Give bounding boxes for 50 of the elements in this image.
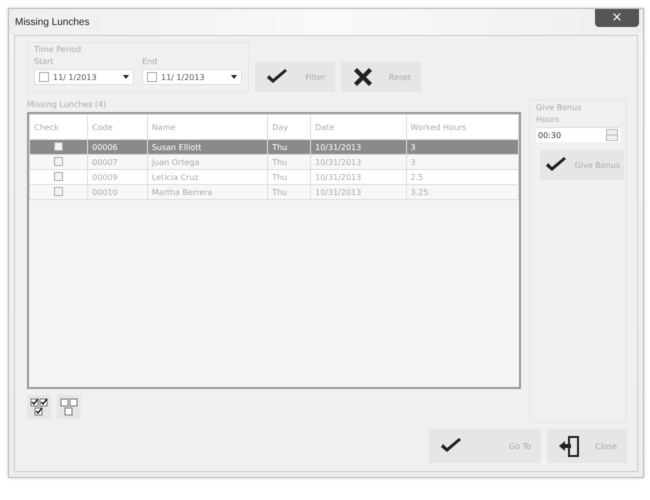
check-all-button[interactable] (27, 395, 51, 419)
window-title: Missing Lunches (15, 16, 90, 28)
give-bonus-button[interactable]: Give Bonus (540, 150, 624, 180)
group-title: Time Period (34, 45, 82, 54)
column-header: Worked Hours (406, 114, 518, 140)
group-title: Give Bonus (536, 103, 582, 112)
go-to-button[interactable]: Go To (429, 429, 541, 463)
field-label: End (142, 57, 158, 66)
date-picker[interactable]: 11/ 1/2013 (142, 69, 242, 85)
table-cell: 00006 (88, 140, 148, 154)
checkbox[interactable] (147, 72, 157, 82)
table-cell: Martha Berrera (147, 184, 268, 200)
hours-field[interactable]: 00:30 (536, 127, 620, 142)
table-cell: Thu (268, 154, 311, 170)
group-title: Missing Lunches (4) (27, 100, 108, 109)
field-label: Hours (536, 115, 560, 124)
table-cell: 10/31/2013 (310, 154, 406, 170)
table-row[interactable]: 00006 Susan Elliott Thu 10/31/2013 3 (30, 140, 518, 154)
column-header: Date (310, 114, 406, 140)
checkbox[interactable] (54, 142, 64, 150)
caret-icon (123, 75, 129, 79)
caret-icon (231, 75, 237, 79)
close-button[interactable]: Close (547, 429, 627, 463)
close-button[interactable]: × (595, 9, 639, 27)
checkbox[interactable] (54, 172, 64, 180)
reset-button[interactable]: Reset (341, 62, 421, 92)
table-cell: 00007 (88, 154, 148, 170)
column-header: Check (30, 114, 88, 140)
table-cell: 00010 (88, 184, 148, 200)
uncheck-all-button[interactable] (57, 395, 81, 419)
table-row[interactable]: 00007 Juan Ortega Thu 10/31/2013 3 (30, 154, 518, 170)
table-cell: 3 (406, 140, 518, 154)
table-cell: Thu (268, 140, 311, 154)
table-cell: Juan Ortega (147, 154, 268, 170)
checkbox[interactable] (39, 72, 49, 82)
checkbox[interactable] (54, 186, 64, 196)
date-picker[interactable]: 11/ 1/2013 (34, 69, 134, 85)
door-exit-icon (557, 435, 581, 457)
checkbox[interactable] (54, 156, 64, 166)
spinner-arrows-icon (606, 129, 618, 141)
table-cell: Thu (268, 184, 311, 200)
table-cell: 3 (406, 154, 518, 170)
table-row[interactable]: 00010 Martha Berrera Thu 10/31/2013 3.25 (30, 184, 518, 200)
field-label: Start (34, 57, 55, 66)
table-cell: 10/31/2013 (310, 140, 406, 154)
table-cell: 3.25 (406, 184, 518, 200)
filter-button[interactable]: Filter (255, 62, 335, 92)
column-header: Name (147, 114, 268, 140)
table-cell: Susan Elliott (147, 140, 268, 154)
table-cell: 10/31/2013 (310, 184, 406, 200)
